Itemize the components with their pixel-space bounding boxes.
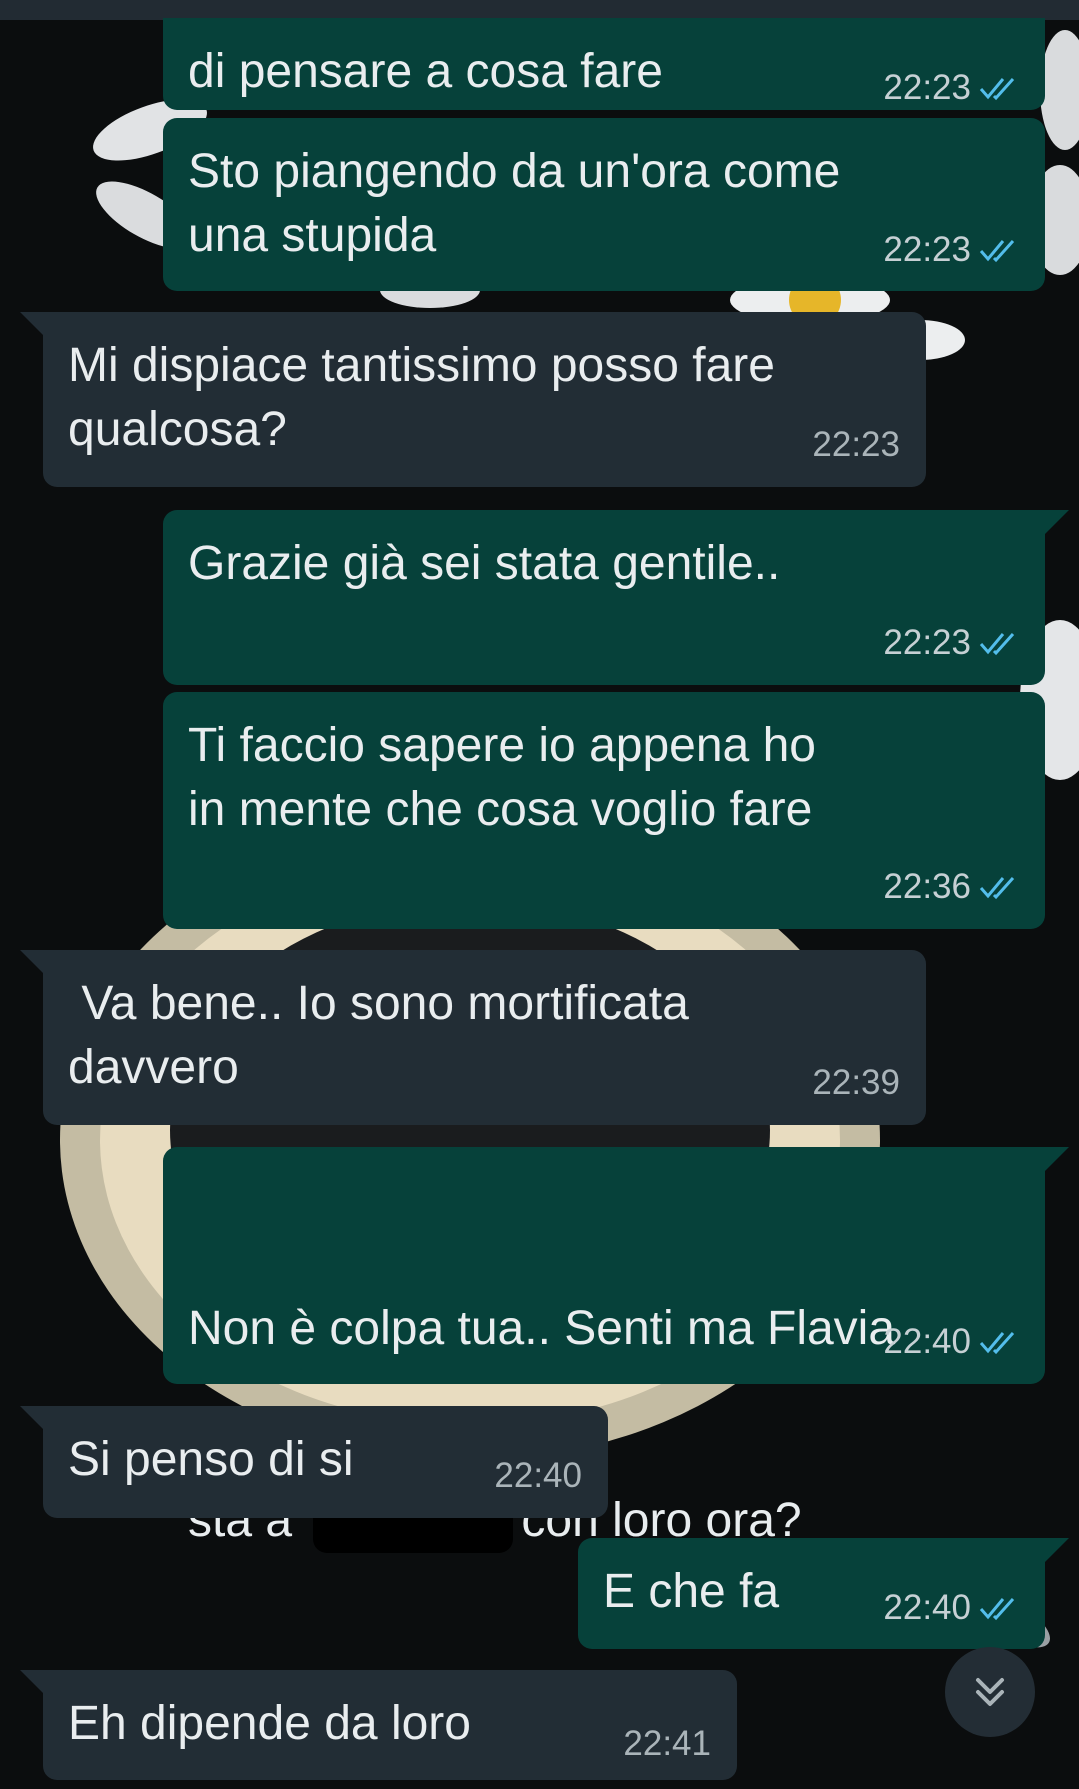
message-time: 22:23 — [812, 425, 900, 464]
chevron-double-down-icon — [976, 1678, 1004, 1706]
message-time: 22:39 — [812, 1063, 900, 1102]
message-text: di pensare a cosa fare — [188, 45, 663, 98]
message-text: Grazie già sei stata gentile.. — [188, 537, 781, 590]
scroll-to-bottom-button[interactable] — [945, 1647, 1035, 1737]
message-text: E che fa — [603, 1565, 780, 1618]
message-time: 22:41 — [623, 1724, 711, 1763]
message-bubble-outgoing[interactable]: Non è colpa tua.. Senti ma Flavia sta a … — [163, 1147, 1045, 1553]
message-text: Eh dipende da loro — [68, 1697, 471, 1750]
double-check-icon — [979, 876, 1015, 900]
message-bubble-incoming[interactable]: Mi dispiace tantissimo posso fare qualco… — [43, 312, 926, 487]
message-text: Ti faccio sapere io appena ho in mente c… — [188, 719, 816, 836]
message-meta: 22:23 — [812, 425, 900, 465]
double-check-icon — [979, 77, 1015, 101]
message-meta: 22:36 — [883, 867, 1019, 907]
message-text: Sto piangendo da un'ora come una stupida — [188, 145, 841, 262]
message-meta: 22:40 — [883, 1588, 1019, 1628]
message-text-line: Non è colpa tua.. Senti ma Flavia — [188, 1302, 896, 1355]
message-time: 22:36 — [883, 867, 971, 906]
message-bubble-outgoing[interactable]: E che fa 22:40 — [578, 1538, 1045, 1649]
message-time: 22:40 — [883, 1588, 971, 1627]
double-check-icon — [979, 632, 1015, 656]
double-check-icon — [979, 1331, 1015, 1355]
message-bubble-outgoing[interactable]: Sto piangendo da un'ora come una stupida… — [163, 118, 1045, 291]
message-bubble-incoming[interactable]: Va bene.. Io sono mortificata davvero 22… — [43, 950, 926, 1125]
message-bubble-outgoing[interactable]: di pensare a cosa fare 22:23 — [163, 18, 1045, 110]
message-time: 22:23 — [883, 623, 971, 662]
message-meta: 22:40 — [883, 1322, 1019, 1362]
bubble-tail-incoming — [20, 312, 44, 336]
message-meta: 22:23 — [883, 68, 1019, 108]
message-bubble-outgoing[interactable]: Grazie già sei stata gentile.. 22:23 — [163, 510, 1045, 685]
bubble-tail-incoming — [20, 950, 44, 974]
message-meta: 22:40 — [494, 1456, 582, 1496]
message-text: Va bene.. Io sono mortificata davvero — [68, 977, 689, 1094]
bubble-tail-outgoing — [1045, 510, 1069, 534]
bubble-tail-outgoing — [1045, 1147, 1069, 1171]
message-time: 22:23 — [883, 68, 971, 107]
message-text: Mi dispiace tantissimo posso fare qualco… — [68, 339, 775, 456]
message-bubble-incoming[interactable]: Eh dipende da loro 22:41 — [43, 1670, 737, 1780]
status-bar-edge — [0, 0, 1079, 20]
message-meta: 22:41 — [623, 1724, 711, 1764]
bubble-tail-incoming — [20, 1670, 44, 1694]
message-time: 22:40 — [883, 1322, 971, 1361]
message-meta: 22:39 — [812, 1063, 900, 1103]
message-time: 22:23 — [883, 230, 971, 269]
message-bubble-incoming[interactable]: Si penso di si 22:40 — [43, 1406, 608, 1518]
double-check-icon — [979, 1597, 1015, 1621]
message-meta: 22:23 — [883, 230, 1019, 270]
message-bubble-outgoing[interactable]: Ti faccio sapere io appena ho in mente c… — [163, 692, 1045, 929]
message-meta: 22:23 — [883, 623, 1019, 663]
message-time: 22:40 — [494, 1456, 582, 1495]
bubble-tail-outgoing — [1045, 1538, 1069, 1562]
message-text: Si penso di si — [68, 1433, 354, 1486]
double-check-icon — [979, 239, 1015, 263]
bubble-tail-incoming — [20, 1406, 44, 1430]
